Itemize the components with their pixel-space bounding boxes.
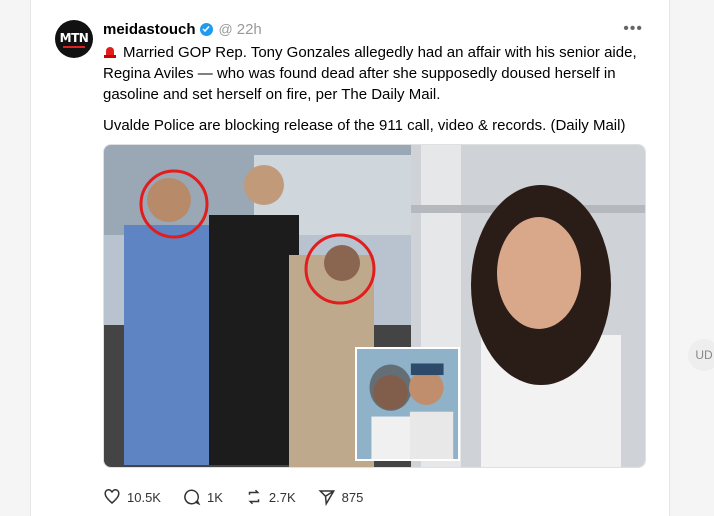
send-icon xyxy=(318,490,335,506)
side-panel-button[interactable]: UD xyxy=(688,339,714,371)
username[interactable]: meidastouch xyxy=(103,21,196,38)
share-button[interactable]: 875 xyxy=(318,488,364,506)
like-button[interactable]: 10.5K xyxy=(103,488,161,506)
share-count: 875 xyxy=(341,489,364,505)
heart-icon xyxy=(104,489,120,504)
comment-icon xyxy=(184,489,201,506)
threads-icon: @ xyxy=(218,21,233,37)
thread-post: MTN meidastouch @ 22h ••• Married GOP Re… xyxy=(30,0,670,516)
repost-icon xyxy=(248,489,260,505)
more-options-button[interactable]: ••• xyxy=(623,20,643,38)
avatar-accent xyxy=(63,45,85,48)
avatar[interactable]: MTN xyxy=(55,20,93,58)
action-bar: 10.5K 1K 2.7K 875 xyxy=(103,488,385,506)
siren-icon xyxy=(104,47,116,58)
post-text: Married GOP Rep. Tony Gonzales allegedly… xyxy=(103,42,643,146)
avatar-text: MTN xyxy=(59,30,89,45)
post-header: meidastouch @ 22h ••• xyxy=(103,19,653,39)
post-image[interactable] xyxy=(103,144,646,468)
verified-badge-icon xyxy=(199,22,213,36)
like-count: 10.5K xyxy=(127,489,161,505)
repost-button[interactable]: 2.7K xyxy=(245,488,296,506)
post-paragraph-text: Married GOP Rep. Tony Gonzales allegedly… xyxy=(103,44,637,103)
side-panel-label: UD xyxy=(695,348,713,362)
inset-photo xyxy=(355,347,460,461)
post-paragraph: Married GOP Rep. Tony Gonzales allegedly… xyxy=(103,42,643,105)
comment-button[interactable]: 1K xyxy=(183,488,223,506)
comment-count: 1K xyxy=(206,489,223,505)
post-paragraph-2: Uvalde Police are blocking release of th… xyxy=(103,117,626,134)
repost-count: 2.7K xyxy=(268,489,296,505)
post-time[interactable]: 22h xyxy=(237,21,262,38)
